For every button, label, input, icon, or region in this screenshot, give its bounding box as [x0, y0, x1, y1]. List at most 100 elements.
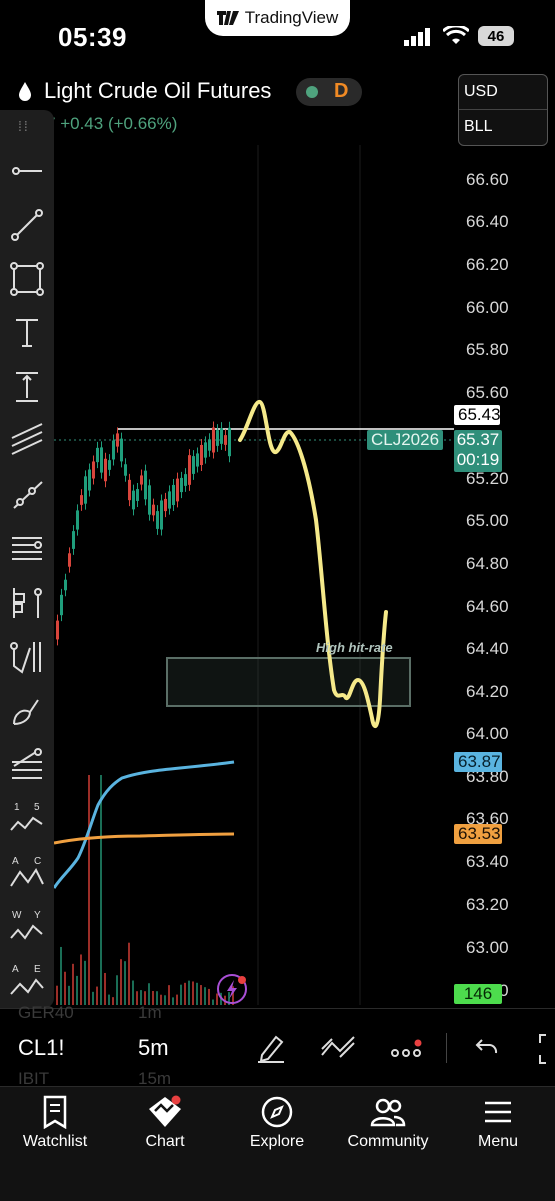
ray-tool-icon[interactable]	[8, 476, 46, 514]
contract-tag: CLJ2026	[367, 430, 444, 450]
market-status-badge[interactable]: D	[296, 78, 362, 106]
symbol-selector[interactable]: CL1!	[18, 1035, 64, 1061]
price-range-tool-icon[interactable]	[8, 368, 46, 406]
pen-drawing-icon[interactable]	[256, 1031, 286, 1063]
svg-text:1: 1	[14, 802, 20, 813]
nav-chart-label: Chart	[145, 1133, 185, 1150]
candle	[84, 476, 87, 504]
candles-group	[56, 421, 231, 646]
nav-chart[interactable]: Chart	[110, 1087, 220, 1151]
candle	[184, 474, 187, 486]
currency-unit-box[interactable]: USD BLL	[458, 74, 548, 146]
svg-text:5: 5	[34, 802, 40, 813]
toolbar-grip-icon[interactable]: ⁞⁞	[18, 118, 30, 134]
volume-bar	[164, 995, 166, 1005]
candle	[164, 498, 167, 512]
candle	[64, 579, 67, 591]
volume-bar	[84, 960, 86, 1005]
nav-explore[interactable]: Explore	[222, 1087, 332, 1151]
drawing-toolbar: ⁞⁞ 15 AC WY AE	[0, 110, 54, 1008]
candle	[56, 620, 59, 640]
candle	[220, 428, 223, 444]
candle	[96, 447, 99, 463]
candle	[228, 427, 231, 457]
volume-tag: 146	[454, 984, 502, 1004]
svg-text:A: A	[12, 856, 19, 867]
candle	[60, 594, 63, 616]
candle	[140, 475, 143, 485]
unit-selector[interactable]: BLL	[459, 110, 547, 144]
pitchfork-tool-icon[interactable]	[8, 638, 46, 676]
horizontal-lines-tool-icon[interactable]	[8, 530, 46, 568]
target-zone-rectangle[interactable]	[166, 657, 411, 707]
nav-menu-label: Menu	[477, 1133, 519, 1150]
volume-bar	[72, 963, 74, 1005]
elliott-wave-tool-icon[interactable]: 15	[8, 800, 46, 838]
zone-annotation: High hit-rate	[316, 640, 393, 655]
fullscreen-icon[interactable]	[536, 1033, 555, 1065]
candle	[136, 489, 139, 501]
nav-explore-label: Explore	[249, 1133, 305, 1150]
candle	[192, 456, 195, 474]
volume-bar	[168, 985, 170, 1005]
volume-bar	[176, 994, 178, 1005]
compass-icon	[261, 1096, 293, 1128]
price-axis-label: 66.00	[466, 298, 509, 317]
drawing-price-tag: 65.43	[454, 405, 501, 425]
volume-bar	[76, 975, 78, 1005]
volume-bar	[200, 985, 202, 1005]
trend-line-tool-icon[interactable]	[8, 206, 46, 244]
battery-indicator: 46	[478, 26, 514, 46]
candle	[148, 485, 151, 515]
candle	[180, 477, 183, 493]
chart-canvas[interactable]: High hit-rate	[54, 145, 454, 1007]
parallel-channel-tool-icon[interactable]	[8, 422, 46, 460]
rectangle-tool-icon[interactable]	[8, 260, 46, 298]
wxy-pattern-tool-icon[interactable]: WY	[8, 908, 46, 946]
svg-text:C: C	[34, 856, 41, 867]
text-tool-icon[interactable]	[8, 314, 46, 352]
indicators-icon[interactable]	[320, 1035, 356, 1059]
candle	[196, 453, 199, 467]
currency-selector[interactable]: USD	[459, 75, 547, 109]
candle	[116, 433, 119, 447]
horizontal-line-tool-icon[interactable]	[8, 152, 46, 190]
price-axis-label: 64.00	[466, 724, 509, 743]
tradingview-pill[interactable]: TradingView	[205, 0, 350, 36]
volume-bar	[64, 971, 66, 1005]
fib-retracement-tool-icon[interactable]	[8, 746, 46, 784]
timeframe-selector[interactable]: 5m	[138, 1035, 169, 1061]
brush-tool-icon[interactable]	[8, 692, 46, 730]
symbol-title[interactable]: Light Crude Oil Futures	[44, 78, 271, 104]
long-position-tool-icon[interactable]	[8, 584, 46, 622]
nav-menu[interactable]: Menu	[443, 1087, 553, 1151]
abcd-pattern-tool-icon[interactable]: AC	[8, 854, 46, 892]
wifi-icon	[443, 26, 469, 44]
undo-icon[interactable]	[474, 1037, 500, 1057]
candle	[112, 440, 115, 460]
oil-drop-icon	[19, 82, 31, 101]
ae-pattern-tool-icon[interactable]: AE	[8, 962, 46, 1000]
volume-bar	[120, 959, 122, 1005]
signal-icon	[404, 28, 430, 46]
volume-group	[56, 775, 234, 1005]
candle	[156, 511, 159, 529]
watchlist-icon	[43, 1095, 67, 1129]
hamburger-menu-icon	[485, 1101, 511, 1123]
svg-text:A: A	[12, 964, 19, 975]
candle	[124, 464, 127, 476]
candle	[160, 500, 163, 530]
volume-bar	[184, 982, 186, 1005]
volume-bar	[100, 775, 102, 1005]
status-time: 05:39	[58, 22, 127, 52]
volume-bar	[172, 997, 174, 1005]
volume-bar	[188, 980, 190, 1005]
market-open-dot	[306, 86, 318, 98]
more-options-icon[interactable]	[390, 1039, 424, 1059]
candle	[92, 461, 95, 479]
price-axis-label: 63.40	[466, 852, 509, 871]
last-price-tag: 65.37 00:19	[454, 430, 502, 472]
nav-community[interactable]: Community	[333, 1087, 443, 1151]
nav-community-label: Community	[347, 1133, 429, 1150]
nav-watchlist[interactable]: Watchlist	[0, 1087, 110, 1151]
